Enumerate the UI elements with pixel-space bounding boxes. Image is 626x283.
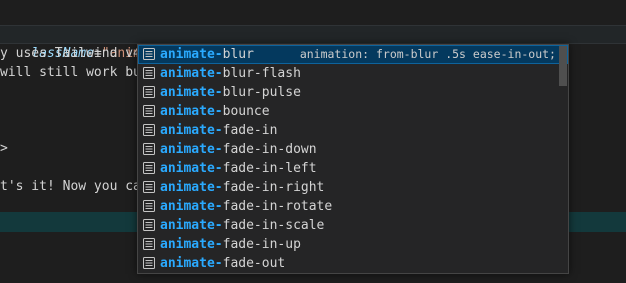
suggestion-match: animate- — [160, 104, 223, 119]
suggestion-item[interactable]: animate-fade-in-right — [138, 178, 568, 197]
suggestion-item[interactable]: animate-bounce — [138, 102, 568, 121]
suggestion-item[interactable]: animate-fade-in — [138, 121, 568, 140]
suggestion-label: bounce — [222, 104, 270, 119]
suggestion-match: animate- — [160, 237, 223, 252]
code-line-5[interactable]: t's it! Now you ca — [0, 177, 141, 196]
suggestion-label: blur-flash — [222, 66, 301, 81]
suggestion-item[interactable]: animate-blur-flash — [138, 64, 568, 83]
suggestion-item[interactable]: animate-fade-in-scale — [138, 216, 568, 235]
suggestion-item[interactable]: animate-fade-in-left — [138, 159, 568, 178]
code-line-2[interactable]: y uses Tailwind v4 — [0, 44, 141, 63]
text-list-icon — [143, 48, 155, 60]
suggestion-label: fade-in-down — [222, 142, 317, 157]
text-list-icon — [143, 238, 155, 250]
text-list-icon — [143, 219, 155, 231]
code-line-1[interactable]: lassName="animate-> — [0, 25, 181, 61]
suggestion-match: animate- — [160, 123, 223, 138]
code-editor[interactable]: lassName="animate-> y uses Tailwind v4 w… — [0, 0, 626, 283]
suggestion-item[interactable]: animate-fade-in-up — [138, 235, 568, 254]
suggestion-item[interactable]: animate-blur-pulse — [138, 83, 568, 102]
suggestion-list[interactable]: animate-blur animation: from-blur .5s eas… — [138, 45, 568, 273]
suggestion-match: animate- — [160, 142, 223, 157]
suggestion-widget[interactable]: animate-blur animation: from-blur .5s eas… — [137, 44, 569, 274]
code-line-3[interactable]: will still work bu — [0, 63, 141, 82]
suggestion-item[interactable]: animate-fade-in-rotate — [138, 197, 568, 216]
code-line-4[interactable]: > — [0, 139, 8, 158]
suggestion-item[interactable]: animate-blur animation: from-blur .5s eas… — [138, 45, 568, 64]
suggestion-label: fade-in-right — [222, 180, 325, 195]
suggestion-label: fade-in-up — [222, 237, 301, 252]
suggestion-match: animate- — [160, 47, 223, 62]
text-list-icon — [143, 105, 155, 117]
suggestion-item[interactable]: animate-fade-in-down — [138, 140, 568, 159]
suggestion-match: animate- — [160, 85, 223, 100]
suggestion-label: fade-in-left — [222, 161, 317, 176]
suggestion-label: fade-in-rotate — [222, 199, 333, 214]
suggestion-label: fade-out — [222, 256, 286, 271]
suggestion-detail: animation: from-blur .5s ease-in-out; — [299, 47, 556, 61]
text-list-icon — [143, 181, 155, 193]
text-list-icon — [143, 257, 155, 269]
text-list-icon — [143, 86, 155, 98]
suggestion-match: animate- — [160, 199, 223, 214]
text-list-icon — [143, 124, 155, 136]
suggestion-match: animate- — [160, 180, 223, 195]
text-list-icon — [143, 162, 155, 174]
suggestion-label: blur-pulse — [222, 85, 301, 100]
suggestion-item[interactable]: animate-fade-out — [138, 254, 568, 273]
suggestion-match: animate- — [160, 161, 223, 176]
suggestion-match: animate- — [160, 256, 223, 271]
suggestion-label: blur — [222, 47, 254, 62]
suggestion-scrollbar[interactable] — [559, 46, 567, 86]
text-list-icon — [143, 67, 155, 79]
text-list-icon — [143, 200, 155, 212]
text-list-icon — [143, 143, 155, 155]
suggestion-label: fade-in-scale — [222, 218, 325, 233]
suggestion-match: animate- — [160, 218, 223, 233]
suggestion-label: fade-in — [222, 123, 278, 138]
suggestion-match: animate- — [160, 66, 223, 81]
